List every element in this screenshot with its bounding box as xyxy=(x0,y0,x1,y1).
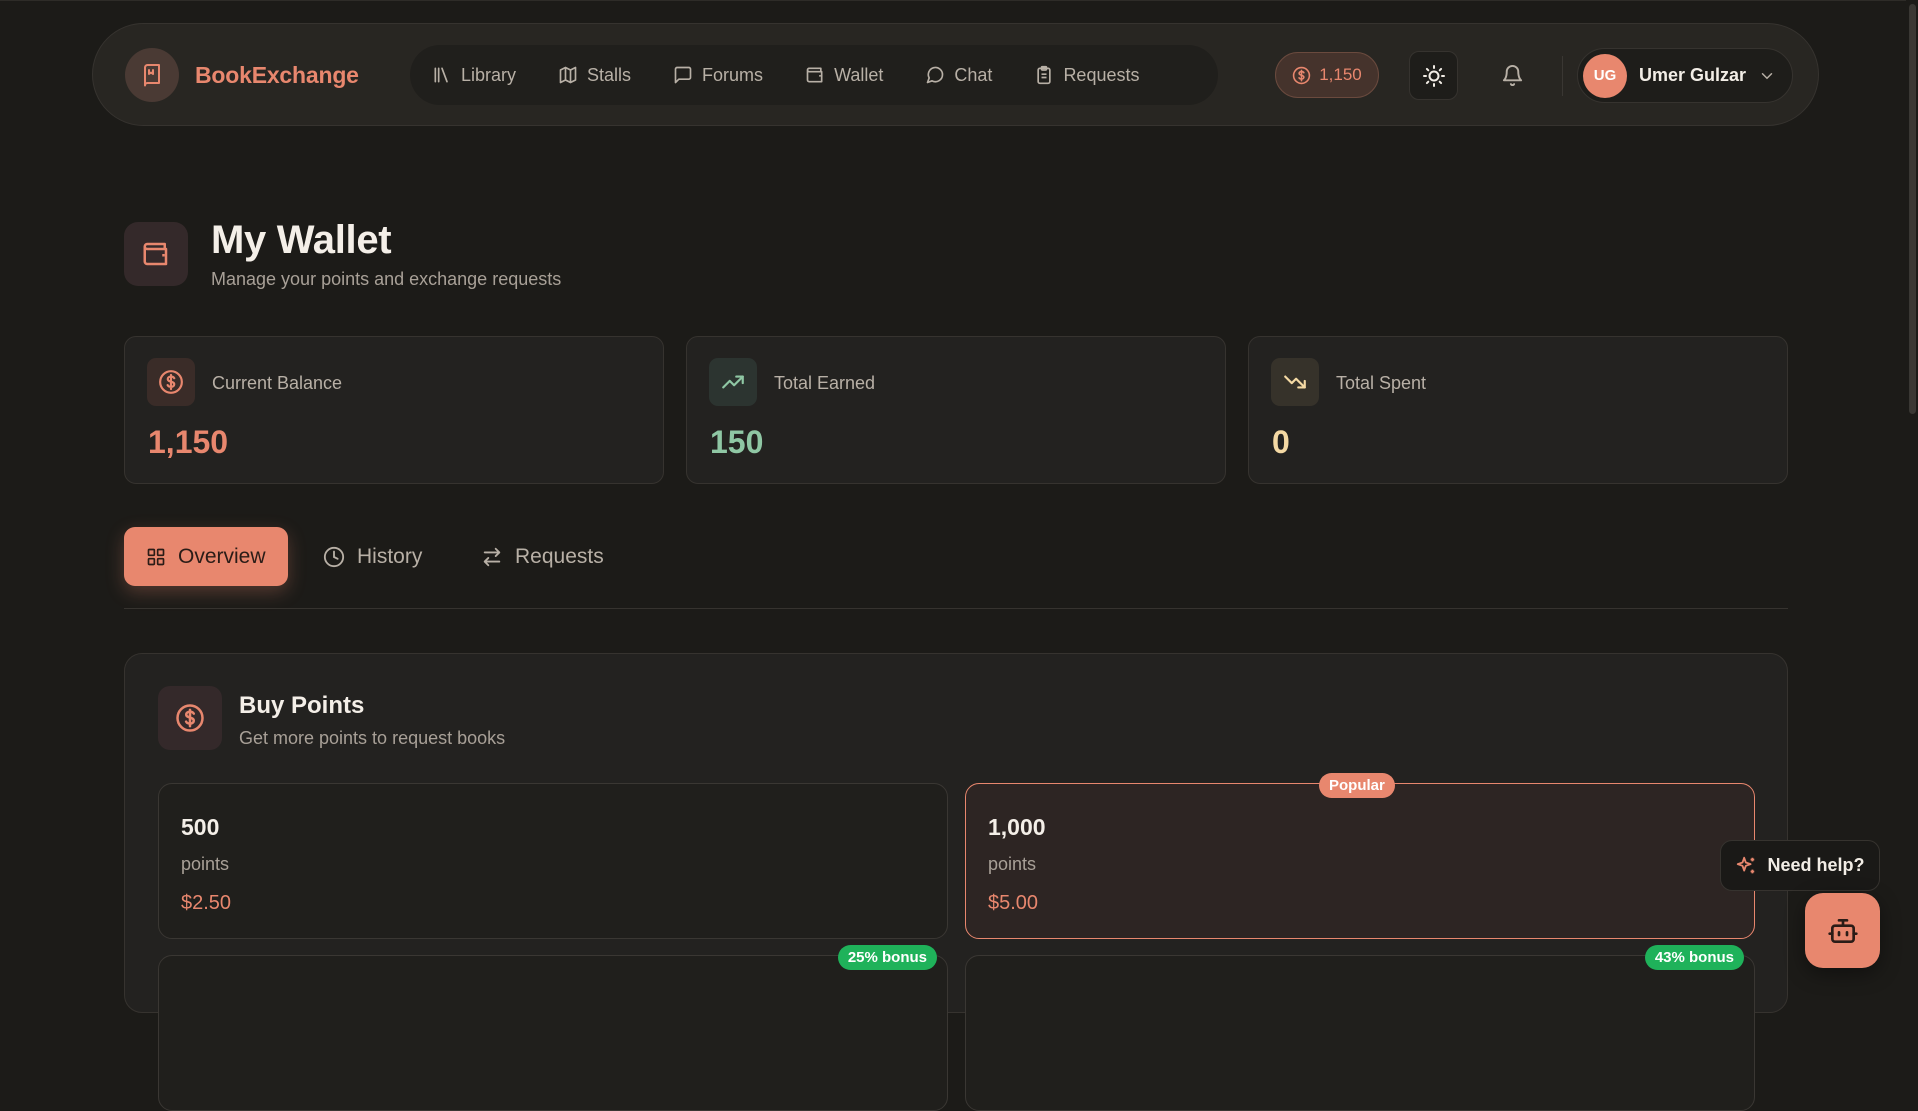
user-name: Umer Gulzar xyxy=(1639,65,1747,85)
nav-label: Chat xyxy=(954,64,993,85)
tab-label: History xyxy=(357,544,423,568)
message-square-icon xyxy=(674,66,692,84)
avatar: UG xyxy=(1583,53,1627,98)
tab-overview[interactable]: Overview xyxy=(124,527,288,586)
panel-title: Buy Points xyxy=(239,692,365,719)
dollar-circle-icon xyxy=(158,686,222,750)
nav-item-wallet[interactable]: Wallet xyxy=(805,65,883,86)
nav-label: Stalls xyxy=(587,64,632,85)
brand-name: BookExchange xyxy=(195,61,359,88)
package-unit: points xyxy=(181,854,230,874)
book-logo-icon xyxy=(125,48,179,102)
wallet-icon xyxy=(806,67,823,83)
page-scrollbar[interactable] xyxy=(1906,0,1918,988)
page-subtitle: Manage your points and exchange requests xyxy=(211,269,562,289)
points-package-500[interactable]: 500 points $2.50 xyxy=(158,783,948,939)
nav-item-forums[interactable]: Forums xyxy=(673,65,763,86)
stat-value: 150 xyxy=(710,424,764,460)
bot-icon xyxy=(1827,918,1858,943)
package-amount: 1,000 xyxy=(988,814,1046,840)
page-title: My Wallet xyxy=(211,218,392,262)
user-menu-button[interactable]: UG Umer Gulzar xyxy=(1577,48,1793,103)
tab-label: Overview xyxy=(178,544,266,568)
nav-item-library[interactable]: Library xyxy=(432,65,516,86)
clipboard-icon xyxy=(1037,65,1052,85)
stat-label: Current Balance xyxy=(212,373,343,393)
top-border xyxy=(0,0,1918,1)
notifications-button[interactable] xyxy=(1488,51,1537,100)
stat-label: Total Earned xyxy=(774,373,876,393)
sparkles-icon xyxy=(1737,856,1755,873)
trending-up-icon xyxy=(709,358,757,406)
points-package-1000[interactable]: Popular 1,000 points $5.00 xyxy=(965,773,1755,939)
library-icon xyxy=(434,67,448,83)
stat-value: 0 xyxy=(1272,424,1290,460)
bonus-badge: 25% bonus xyxy=(837,945,937,970)
points-balance-pill[interactable]: 1,150 xyxy=(1275,52,1379,98)
tabs-divider xyxy=(124,608,1788,609)
points-balance: 1,150 xyxy=(1319,65,1362,84)
chevron-down-icon xyxy=(1761,72,1773,79)
arrow-left-right-icon xyxy=(483,547,501,566)
nav-item-stalls[interactable]: Stalls xyxy=(558,65,631,86)
panel-subtitle: Get more points to request books xyxy=(239,728,506,748)
nav-label: Requests xyxy=(1063,64,1140,85)
scrollbar-thumb[interactable] xyxy=(1909,4,1916,414)
theme-toggle-button[interactable] xyxy=(1409,51,1458,100)
clock-icon xyxy=(323,546,345,567)
package-price: $2.50 xyxy=(181,892,232,914)
package-unit: points xyxy=(988,854,1037,874)
nav-divider xyxy=(1562,56,1563,96)
points-package-bonus-25[interactable]: 25% bonus xyxy=(158,945,948,1111)
nav-item-chat[interactable]: Chat xyxy=(925,65,992,86)
stat-label: Total Spent xyxy=(1336,373,1427,393)
tab-history[interactable]: History xyxy=(323,527,422,586)
package-price: $5.00 xyxy=(988,892,1039,914)
dollar-circle-icon xyxy=(147,358,195,406)
dollar-circle-icon xyxy=(1293,66,1311,84)
nav-links: Library Stalls Forums Wallet Chat Reques… xyxy=(410,45,1218,105)
stat-card-current-balance: Current Balance 1,150 xyxy=(124,336,664,484)
bell-icon xyxy=(1502,64,1523,87)
stat-value: 1,150 xyxy=(148,424,229,460)
message-circle-icon xyxy=(927,66,944,84)
tab-label: Requests xyxy=(515,544,604,568)
buy-points-panel: Buy Points Get more points to request bo… xyxy=(124,653,1788,1111)
bonus-badge: 43% bonus xyxy=(1644,945,1744,970)
popular-badge: Popular xyxy=(1319,773,1395,798)
nav-label: Wallet xyxy=(834,64,884,85)
points-package-bonus-43[interactable]: 43% bonus xyxy=(965,945,1755,1111)
brand[interactable]: BookExchange xyxy=(125,48,359,102)
top-navbar: BookExchange Library Stalls Forums Walle… xyxy=(92,23,1819,126)
grid-icon xyxy=(147,548,165,565)
chatbot-button[interactable] xyxy=(1805,893,1880,968)
trending-down-icon xyxy=(1271,358,1319,406)
tab-requests[interactable]: Requests xyxy=(481,527,604,586)
package-amount: 500 xyxy=(181,814,220,840)
wallet-icon xyxy=(124,222,188,286)
sun-icon xyxy=(1422,64,1445,87)
nav-item-requests[interactable]: Requests xyxy=(1034,65,1139,86)
nav-label: Forums xyxy=(702,64,764,85)
nav-label: Library xyxy=(461,64,517,85)
map-icon xyxy=(559,66,577,84)
need-help-label: Need help? xyxy=(1767,855,1865,875)
stat-card-total-spent: Total Spent 0 xyxy=(1248,336,1788,484)
need-help-button[interactable]: Need help? xyxy=(1720,840,1880,891)
stat-card-total-earned: Total Earned 150 xyxy=(686,336,1226,484)
